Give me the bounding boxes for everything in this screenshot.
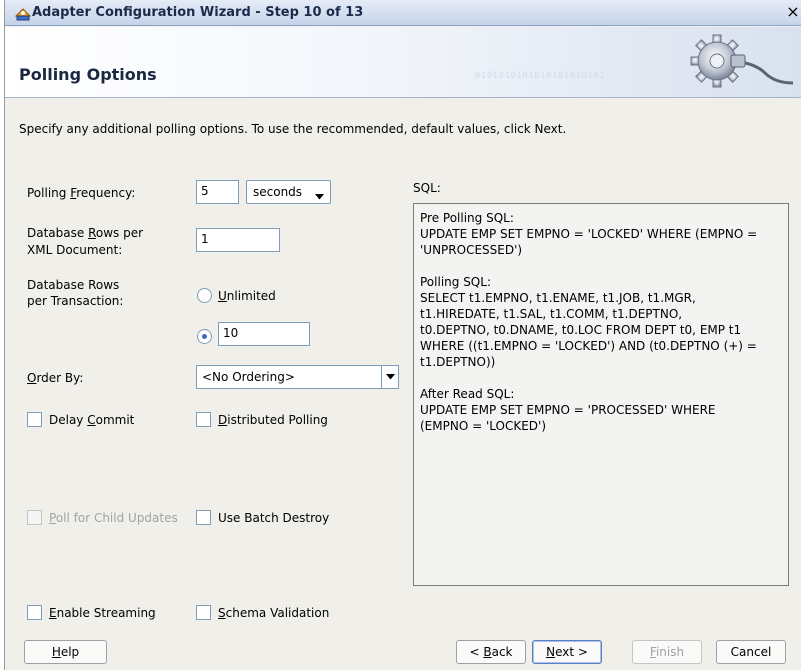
page-title: Polling Options <box>19 65 157 84</box>
rows-per-transaction-label-line1: Database Rows <box>27 278 120 292</box>
rows-per-xml-label-line2: XML Document: <box>27 243 123 257</box>
poll-child-updates-label: Poll for Child Updates <box>49 511 178 525</box>
order-by-label: Order By: <box>27 371 84 385</box>
binary-decoration: 0101010101010101010101 <box>475 71 606 81</box>
window-title: Adapter Configuration Wizard - Step 10 o… <box>32 5 364 20</box>
delay-commit-checkbox[interactable] <box>27 412 42 427</box>
back-button[interactable]: < Back <box>456 640 526 664</box>
schema-validation-checkbox[interactable] <box>196 605 211 620</box>
polling-unit-value: seconds <box>253 185 303 199</box>
title-bar[interactable]: Adapter Configuration Wizard - Step 10 o… <box>5 0 801 26</box>
unlimited-radio[interactable] <box>197 288 212 303</box>
wizard-header: Polling Options 0101010101010101010101 <box>5 27 801 98</box>
gear-plug-icon <box>675 31 795 95</box>
next-button[interactable]: Next > <box>532 640 602 664</box>
unlimited-label[interactable]: Unlimited <box>218 289 276 303</box>
order-by-select[interactable]: <No Ordering> <box>196 365 399 389</box>
polling-unit-select[interactable]: seconds <box>246 180 331 204</box>
rows-per-transaction-label-line2: per Transaction: <box>27 294 124 308</box>
enable-streaming-label[interactable]: Enable Streaming <box>49 606 156 620</box>
order-by-value: <No Ordering> <box>202 370 295 384</box>
polling-frequency-input[interactable]: 5 <box>196 180 239 204</box>
sql-preview[interactable]: Pre Polling SQL: UPDATE EMP SET EMPNO = … <box>413 203 789 586</box>
rows-per-xml-input[interactable]: 1 <box>196 228 280 252</box>
rows-per-xml-label-line1: Database Rows per <box>27 226 144 240</box>
distributed-polling-checkbox[interactable] <box>196 412 211 427</box>
instructions-text: Specify any additional polling options. … <box>19 122 567 136</box>
help-button[interactable]: Help <box>24 640 107 664</box>
enable-streaming-checkbox[interactable] <box>27 605 42 620</box>
delay-commit-label[interactable]: Delay Commit <box>49 413 134 427</box>
rows-per-transaction-input[interactable]: 10 <box>218 322 310 346</box>
limited-rows-radio[interactable] <box>197 329 212 344</box>
chevron-down-icon <box>315 189 324 203</box>
sql-label: SQL: <box>413 181 441 195</box>
use-batch-destroy-checkbox[interactable] <box>196 510 211 525</box>
adapter-wizard-icon <box>14 4 32 22</box>
radio-selected-dot <box>202 334 207 339</box>
cancel-button[interactable]: Cancel <box>716 640 786 664</box>
wizard-window: Adapter Configuration Wizard - Step 10 o… <box>4 0 801 670</box>
polling-frequency-label: Polling Frequency: <box>27 186 136 200</box>
use-batch-destroy-label[interactable]: Use Batch Destroy <box>218 511 329 525</box>
schema-validation-label[interactable]: Schema Validation <box>218 606 329 620</box>
distributed-polling-label[interactable]: Distributed Polling <box>218 413 328 427</box>
chevron-down-icon[interactable] <box>381 366 398 388</box>
close-icon[interactable]: × <box>786 4 800 20</box>
finish-button: Finish <box>632 640 702 664</box>
poll-child-updates-checkbox <box>27 510 42 525</box>
